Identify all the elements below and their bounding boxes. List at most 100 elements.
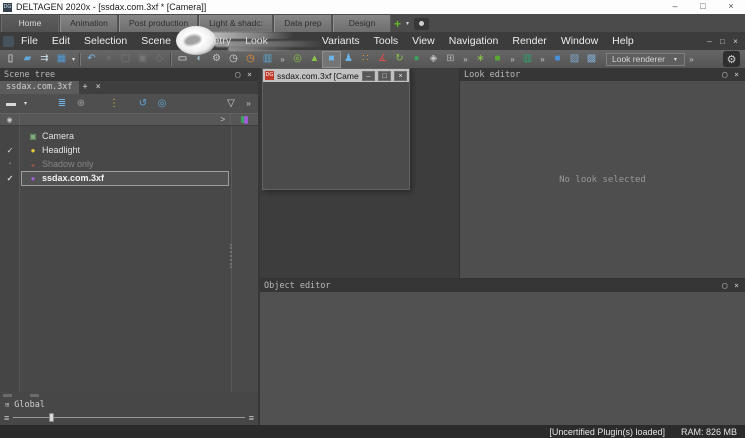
tree-row-headlight[interactable]: ✓ ● Headlight: [0, 143, 258, 157]
box-green-icon[interactable]: ▥: [519, 52, 536, 67]
save-dropdown-caret[interactable]: ▾: [70, 56, 77, 63]
menu-selection[interactable]: Selection: [77, 32, 134, 50]
menu-window[interactable]: Window: [554, 32, 605, 50]
measure-angle-icon[interactable]: ∡: [374, 52, 391, 67]
toolbar-overflow[interactable]: »: [685, 55, 698, 64]
save-icon[interactable]: ▦: [53, 52, 70, 67]
paste-icon[interactable]: ▣: [134, 52, 151, 67]
viewport-close-button[interactable]: ×: [394, 71, 407, 81]
rect-select-icon[interactable]: ■: [323, 52, 340, 67]
float-panel-icon[interactable]: ▢: [722, 70, 727, 79]
menu-render[interactable]: Render: [505, 32, 553, 50]
menu-scene[interactable]: Scene: [134, 32, 178, 50]
look-renderer-dropdown[interactable]: Look renderer ▾: [606, 53, 685, 66]
open-file-icon[interactable]: ▰: [19, 52, 36, 67]
new-file-icon[interactable]: ▯: [2, 52, 19, 67]
timeline-slider[interactable]: [13, 417, 244, 418]
add-tab-button[interactable]: +: [391, 16, 404, 32]
mdi-close-button[interactable]: ×: [729, 37, 742, 46]
toolbar-overflow[interactable]: »: [459, 55, 472, 64]
sync-icon[interactable]: ◎: [154, 96, 170, 111]
refresh-icon[interactable]: ↺: [135, 96, 151, 111]
scene-tree-view[interactable]: ▣ Camera ✓ ● Headlight ▪ ◒ Shadow only: [0, 126, 258, 392]
import-icon[interactable]: ⇉: [36, 52, 53, 67]
menu-edit[interactable]: Edit: [45, 32, 77, 50]
ribbon-pin-button[interactable]: [414, 18, 429, 30]
tree-row-ssdax[interactable]: ✓ ● ssdax.com.3xf: [0, 171, 258, 185]
viewport-titlebar[interactable]: DG ssdax.com.3xf [Camera] – □ ×: [263, 69, 409, 82]
keyframe-left-icon[interactable]: ≡: [4, 413, 9, 423]
copy-icon[interactable]: ▢: [117, 52, 134, 67]
float-panel-icon[interactable]: ▢: [722, 281, 727, 290]
menu-navigation[interactable]: Navigation: [442, 32, 506, 50]
look-editor-header[interactable]: Look editor ▢ ×: [460, 68, 745, 81]
column-splitter[interactable]: [230, 244, 232, 268]
axes-tool-icon[interactable]: ∗: [472, 52, 489, 67]
maximize-button[interactable]: □: [689, 0, 717, 14]
toolbar-overflow[interactable]: »: [276, 55, 289, 64]
tab-animation[interactable]: Animation: [60, 15, 118, 32]
show-ids-icon[interactable]: ≣: [54, 96, 70, 111]
close-button[interactable]: ×: [717, 0, 745, 14]
visibility-checkbox[interactable]: ✓: [0, 174, 20, 183]
pick-cone-icon[interactable]: ▲: [306, 52, 323, 67]
grid-snap-icon[interactable]: ⊞: [442, 52, 459, 67]
undo-icon[interactable]: ↶: [83, 52, 100, 67]
toolbar-overflow[interactable]: »: [506, 55, 519, 64]
close-panel-icon[interactable]: ×: [247, 70, 252, 79]
float-panel-icon[interactable]: ▢: [235, 70, 240, 79]
filter-funnel-icon[interactable]: ▽: [223, 96, 239, 111]
tab-data-prep[interactable]: Data prep: [274, 15, 332, 32]
sphere-tool-icon[interactable]: ●: [408, 52, 425, 67]
viewport-minimize-button[interactable]: –: [362, 71, 375, 81]
render-settings-icon[interactable]: ⚙: [208, 52, 225, 67]
tree-toolbar-overflow[interactable]: »: [242, 99, 255, 108]
scene-tree-header[interactable]: Scene tree ▢ ×: [0, 68, 258, 81]
object-editor-header[interactable]: Object editor ▢ ×: [260, 279, 745, 292]
close-panel-icon[interactable]: ×: [734, 70, 739, 79]
menu-help[interactable]: Help: [605, 32, 641, 50]
tree-layout-icon[interactable]: ▬: [3, 96, 19, 111]
camera-tool-icon[interactable]: ▥: [259, 52, 276, 67]
menu-file[interactable]: File: [14, 32, 45, 50]
tree-row-shadow-only[interactable]: ▪ ◒ Shadow only: [0, 157, 258, 171]
cube-blue-icon[interactable]: ■: [549, 52, 566, 67]
viewport-maximize-button[interactable]: □: [378, 71, 391, 81]
viewport-canvas[interactable]: [263, 82, 409, 189]
options-dots-icon[interactable]: ⋮: [106, 96, 122, 111]
tab-home[interactable]: Home: [1, 15, 59, 32]
rotate-tool-icon[interactable]: ↻: [391, 52, 408, 67]
transform-tool-icon[interactable]: ◈: [425, 52, 442, 67]
global-expand-icon[interactable]: ⊞: [5, 401, 9, 409]
viewport-window[interactable]: DG ssdax.com.3xf [Camera] – □ ×: [262, 68, 410, 190]
toolbar-overflow[interactable]: »: [536, 55, 549, 64]
render-timer-icon[interactable]: ◷: [242, 52, 259, 67]
minimize-button[interactable]: –: [661, 0, 689, 14]
tab-design[interactable]: Design: [333, 15, 391, 32]
close-tree-tab-button[interactable]: ×: [92, 81, 105, 94]
menu-tools[interactable]: Tools: [367, 32, 406, 50]
keyframe-right-icon[interactable]: ≡: [249, 413, 254, 423]
visibility-checkbox[interactable]: ✓: [0, 146, 20, 155]
pause-render-icon[interactable]: ◷: [225, 52, 242, 67]
select-object-icon[interactable]: ♟: [340, 52, 357, 67]
settings-gear-button[interactable]: ⚙: [723, 51, 740, 67]
cube-green-icon[interactable]: ■: [489, 52, 506, 67]
tree-horizontal-scrollbar[interactable]: [0, 392, 258, 399]
globe-icon[interactable]: ⊕: [73, 96, 89, 111]
eye-icon[interactable]: ◉: [0, 114, 20, 125]
tab-list-dropdown[interactable]: ▾: [404, 16, 411, 32]
add-tree-tab-button[interactable]: +: [79, 81, 92, 94]
tree-layout-caret[interactable]: ▾: [22, 100, 29, 107]
looks-column-header[interactable]: [231, 114, 258, 125]
timeline-slider-thumb[interactable]: [49, 413, 54, 422]
close-panel-icon[interactable]: ×: [734, 281, 739, 290]
menu-view[interactable]: View: [405, 32, 442, 50]
delete-icon[interactable]: ×: [100, 52, 117, 67]
duplicate-icon[interactable]: ◇: [151, 52, 168, 67]
mdi-restore-button[interactable]: □: [716, 37, 729, 46]
pick-zoom-icon[interactable]: ◎: [289, 52, 306, 67]
cube-ghost-icon[interactable]: ▨: [566, 52, 583, 67]
mdi-minimize-button[interactable]: –: [703, 37, 716, 46]
snap-points-icon[interactable]: ∷: [357, 52, 374, 67]
